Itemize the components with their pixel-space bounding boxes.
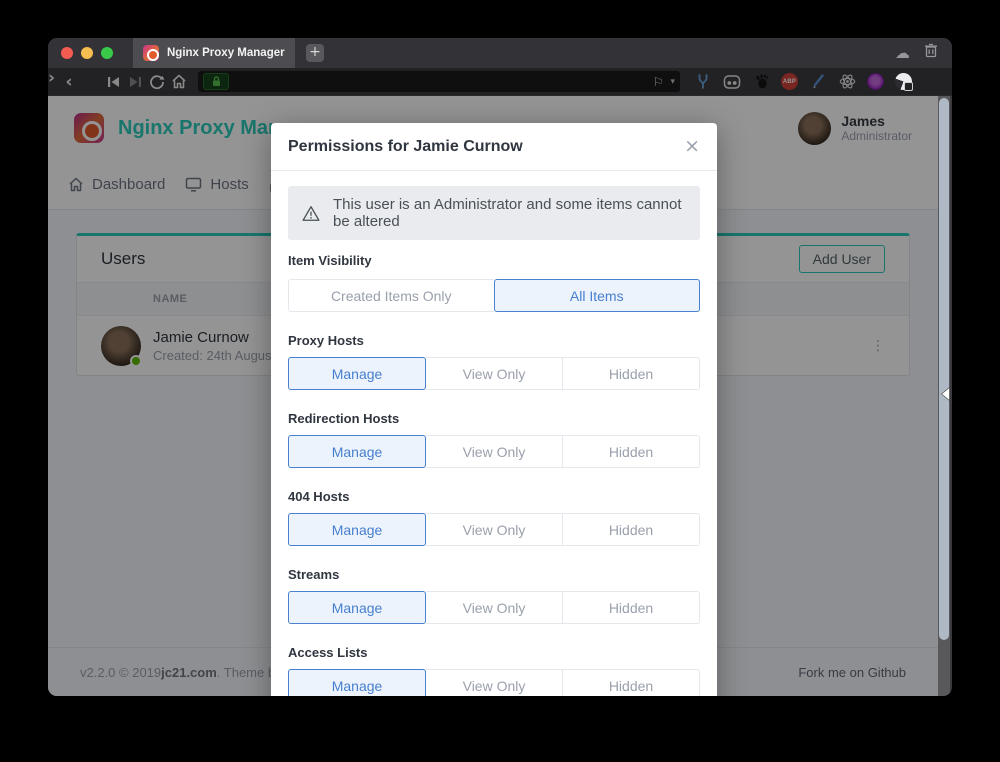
screen: Nginx Proxy Manager + ☁ ‹ › — [0, 0, 1000, 762]
redirection-hosts-view-only-button[interactable]: View Only — [426, 435, 563, 468]
access-lists-manage-button[interactable]: Manage — [288, 669, 426, 696]
item-visibility-label: Item Visibility — [288, 252, 700, 269]
browser-tab[interactable]: Nginx Proxy Manager — [133, 38, 295, 68]
404-hosts-hidden-button[interactable]: Hidden — [563, 513, 700, 546]
item-visibility-group: Created Items Only All Items — [288, 279, 700, 312]
warning-triangle-icon — [302, 205, 320, 222]
browser-window: Nginx Proxy Manager + ☁ ‹ › — [48, 38, 952, 696]
browser-toolbar: ‹ › ⚐ ▾ — [48, 68, 952, 96]
minimize-window-button[interactable] — [81, 47, 93, 59]
streams-manage-button[interactable]: Manage — [288, 591, 426, 624]
mouse-cursor — [941, 387, 950, 406]
modal-title: Permissions for Jamie Curnow — [288, 138, 523, 156]
streams-view-only-button[interactable]: View Only — [426, 591, 563, 624]
proxy-hosts-label: Proxy Hosts — [288, 332, 700, 349]
redirection-hosts-hidden-button[interactable]: Hidden — [563, 435, 700, 468]
visibility-created-items-button[interactable]: Created Items Only — [288, 279, 494, 312]
cloud-sync-icon[interactable]: ☁ — [895, 44, 910, 62]
redirection-hosts-group: Manage View Only Hidden — [288, 435, 700, 468]
404-hosts-group: Manage View Only Hidden — [288, 513, 700, 546]
proxy-hosts-manage-button[interactable]: Manage — [288, 357, 426, 390]
maximize-window-button[interactable] — [101, 47, 113, 59]
admin-warning-alert: This user is an Administrator and some i… — [288, 186, 700, 240]
proxy-hosts-view-only-button[interactable]: View Only — [426, 357, 563, 390]
permissions-modal: Permissions for Jamie Curnow × This user… — [271, 123, 717, 696]
close-window-button[interactable] — [61, 47, 73, 59]
ext-dial-icon[interactable] — [895, 73, 912, 90]
window-controls — [61, 47, 113, 59]
404-hosts-manage-button[interactable]: Manage — [288, 513, 426, 546]
access-lists-view-only-button[interactable]: View Only — [426, 669, 563, 696]
streams-hidden-button[interactable]: Hidden — [563, 591, 700, 624]
streams-group: Manage View Only Hidden — [288, 591, 700, 624]
trash-icon[interactable] — [924, 43, 938, 63]
access-lists-hidden-button[interactable]: Hidden — [563, 669, 700, 696]
close-icon[interactable]: × — [684, 137, 700, 156]
redirection-hosts-label: Redirection Hosts — [288, 410, 700, 427]
tab-title: Nginx Proxy Manager — [167, 47, 285, 59]
redirection-hosts-manage-button[interactable]: Manage — [288, 435, 426, 468]
streams-label: Streams — [288, 566, 700, 583]
visibility-all-items-button[interactable]: All Items — [494, 279, 701, 312]
proxy-hosts-hidden-button[interactable]: Hidden — [563, 357, 700, 390]
npm-favicon-icon — [143, 45, 159, 61]
access-lists-group: Manage View Only Hidden — [288, 669, 700, 696]
404-hosts-view-only-button[interactable]: View Only — [426, 513, 563, 546]
new-tab-button[interactable]: + — [306, 44, 324, 62]
forward-button[interactable]: › — [80, 71, 102, 93]
proxy-hosts-group: Manage View Only Hidden — [288, 357, 700, 390]
scrollbar-thumb[interactable] — [939, 98, 949, 640]
tab-bar: Nginx Proxy Manager + ☁ — [48, 38, 952, 68]
404-hosts-label: 404 Hosts — [288, 488, 700, 505]
access-lists-label: Access Lists — [288, 644, 700, 661]
